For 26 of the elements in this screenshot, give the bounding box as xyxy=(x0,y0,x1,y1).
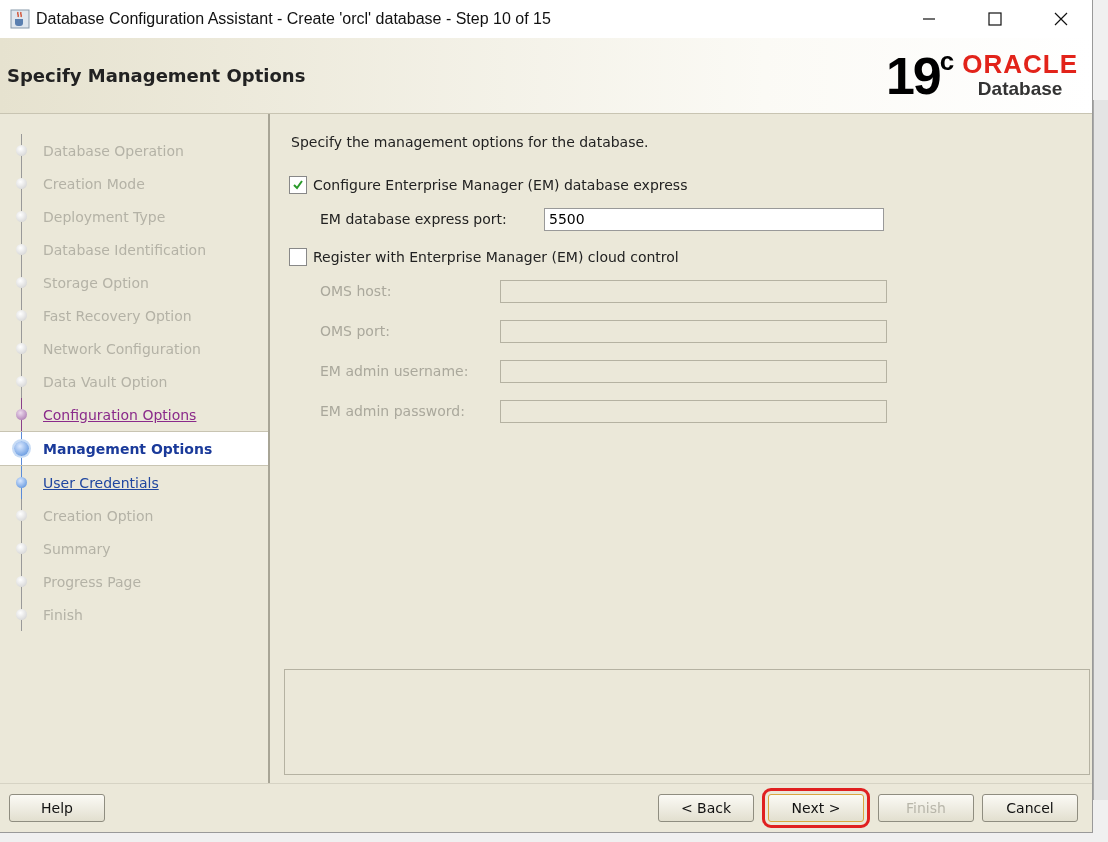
close-icon[interactable] xyxy=(1054,12,1068,26)
window-title: Database Configuration Assistant - Create 'orcl' database - Step 10 of 15 xyxy=(36,10,552,28)
field-label: OMS host: xyxy=(320,283,393,299)
step-item[interactable]: Configuration Options xyxy=(0,398,268,431)
page-heading: Specify Management Options xyxy=(7,65,306,86)
coffee-cup-icon xyxy=(10,9,30,29)
instruction-text: Specify the management options for the database. xyxy=(291,134,650,150)
maximize-icon[interactable] xyxy=(988,12,1002,26)
product-name: Database xyxy=(977,78,1063,101)
check-icon xyxy=(292,179,304,191)
field-label: EM admin username: xyxy=(320,363,470,379)
checkbox-label[interactable]: Configure Enterprise Manager (EM) database express xyxy=(313,177,688,193)
field-label: EM database express port: xyxy=(320,211,508,227)
dialog-button[interactable]: < Back xyxy=(658,794,754,822)
field-label: OMS port: xyxy=(320,323,391,339)
input-field[interactable]: 5500 xyxy=(544,207,884,231)
dialog-button[interactable]: Help xyxy=(9,794,105,822)
checkbox[interactable] xyxy=(289,176,307,194)
step-item: Management Options xyxy=(0,431,268,466)
version-number: 19$^{c}$ xyxy=(885,49,953,102)
brand-logo-text: ORACLE xyxy=(962,49,1078,79)
step-item[interactable]: User Credentials xyxy=(0,466,268,499)
dialog-button[interactable]: Cancel xyxy=(982,794,1078,822)
field-label: EM admin password: xyxy=(320,403,466,419)
checkbox[interactable] xyxy=(289,248,307,266)
checkbox-label[interactable]: Register with Enterprise Manager (EM) cloud control xyxy=(313,249,679,265)
